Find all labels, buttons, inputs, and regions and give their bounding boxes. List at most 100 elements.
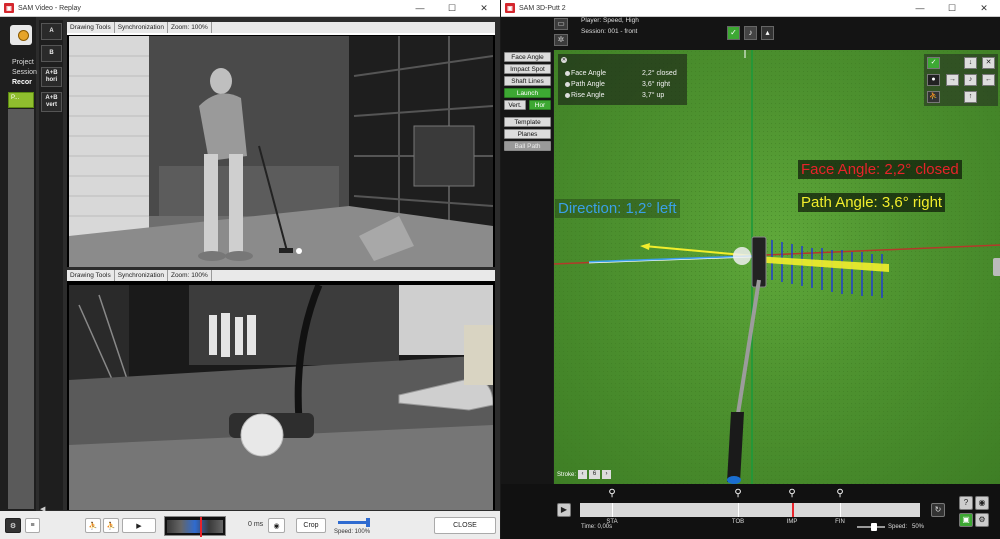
impact-spot-button[interactable]: Impact Spot xyxy=(504,64,551,74)
horizontal-toggle[interactable]: Hor xyxy=(529,100,551,110)
drawing-tools-tab[interactable]: Drawing Tools xyxy=(67,270,115,281)
face-angle-button[interactable]: Face Angle xyxy=(504,52,551,62)
view-a-button[interactable]: A xyxy=(41,23,62,40)
drawing-tools-tab[interactable]: Drawing Tools xyxy=(67,22,115,33)
close-window-button[interactable]: ✕ xyxy=(968,0,1000,17)
check-view-icon[interactable]: ✓ xyxy=(727,26,740,40)
project-icon[interactable] xyxy=(10,25,32,45)
ball-icon[interactable]: ● xyxy=(927,74,940,86)
synchronization-tab[interactable]: Synchronization xyxy=(115,22,168,33)
metric-value: 2,2° closed xyxy=(642,70,677,77)
project-sidebar: Project Session Recor P... xyxy=(0,17,37,511)
putter-icon[interactable]: ♪ xyxy=(964,74,977,86)
settings-gear-icon[interactable]: ⚙ xyxy=(975,513,989,527)
template-button[interactable]: Template xyxy=(504,117,551,127)
play-button[interactable]: ▶ xyxy=(557,503,571,517)
camera-icon[interactable]: ◉ xyxy=(975,496,989,510)
address-phase-icon: ⚲ xyxy=(608,488,616,499)
video-b-frame[interactable] xyxy=(69,285,493,510)
swing-timeline: ▶ ⚲ ⚲ ⚲ ⚲ STA TOB IMP FIN Time: 0,00s Sp… xyxy=(501,484,1000,539)
arrow-up-icon[interactable]: ↑ xyxy=(964,91,977,103)
metric-toggle-icon[interactable] xyxy=(565,92,570,98)
folder-icon[interactable]: ▭ xyxy=(554,18,568,30)
video-a-frame[interactable] xyxy=(69,36,493,267)
close-icon[interactable]: ✕ xyxy=(982,57,995,69)
speed-slider[interactable] xyxy=(338,518,370,527)
planes-button[interactable]: Planes xyxy=(504,129,551,139)
refresh-icon[interactable]: ↻ xyxy=(931,503,945,517)
recording-list xyxy=(8,109,34,509)
marker-imp: IMP xyxy=(786,519,798,525)
impact-phase-icon: ⚲ xyxy=(788,488,796,499)
view-ab-vertical-button[interactable]: A+B vert xyxy=(41,92,62,112)
video-b-toolbar: Drawing Tools Synchronization Zoom: 100% xyxy=(67,270,495,281)
session-header: ▭ ✲ Player: Speed, High Session: 001 - f… xyxy=(501,17,1000,50)
window-title: SAM 3D-Putt 2 xyxy=(519,4,566,12)
close-panel-icon[interactable]: ✕ xyxy=(561,57,567,63)
maximize-button[interactable]: ☐ xyxy=(436,0,468,17)
stroke-number[interactable]: 6 xyxy=(589,470,601,479)
check-icon[interactable]: ✓ xyxy=(927,57,940,69)
stroke-next-button[interactable]: › xyxy=(602,470,612,479)
app-logo-icon: ▣ xyxy=(4,3,14,13)
metric-value: 3,7° up xyxy=(642,92,665,99)
metric-label: Rise Angle xyxy=(565,92,604,99)
vertical-toggle[interactable]: Vert. xyxy=(504,100,526,110)
3d-putt-scene[interactable]: ✕ Face Angle 2,2° closed Path Angle 3,6°… xyxy=(554,50,1000,484)
close-window-button[interactable]: ✕ xyxy=(468,0,500,17)
camera-icon[interactable]: ◉ xyxy=(268,518,285,533)
shaft-lines-button[interactable]: Shaft Lines xyxy=(504,76,551,86)
ball-front-view-image xyxy=(69,285,493,510)
speed-slider[interactable] xyxy=(857,523,885,531)
arrow-left-icon[interactable]: ← xyxy=(982,74,995,86)
timeline-thumbnail-strip[interactable] xyxy=(164,516,226,537)
zoom-tab[interactable]: Zoom: 100% xyxy=(168,22,212,33)
person-b-icon[interactable]: ⛹ xyxy=(103,518,119,533)
top-of-backswing-icon: ⚲ xyxy=(734,488,742,499)
project-label[interactable]: Project xyxy=(12,59,34,66)
title-bar: ▣ SAM Video - Replay — ☐ ✕ xyxy=(0,0,500,17)
marker-fin: FIN xyxy=(835,519,845,525)
settings-gear-icon[interactable]: ⚙ xyxy=(5,518,21,533)
menu-icon[interactable]: ≡ xyxy=(25,518,40,533)
metric-toggle-icon[interactable] xyxy=(565,81,570,87)
view-ab-horizontal-button[interactable]: A+B hori xyxy=(41,67,62,87)
arrow-down-icon[interactable]: ↓ xyxy=(964,57,977,69)
crop-button[interactable]: Crop xyxy=(296,518,326,533)
arrow-right-icon[interactable]: → xyxy=(946,74,959,86)
minimize-button[interactable]: — xyxy=(904,0,936,17)
recording-label[interactable]: Recor xyxy=(12,79,32,86)
help-icon[interactable]: ? xyxy=(959,496,973,510)
minimize-button[interactable]: — xyxy=(404,0,436,17)
overlay-view-icon[interactable]: ▴ xyxy=(761,26,774,40)
settings-icon[interactable]: ✲ xyxy=(554,34,568,46)
stroke-prev-button[interactable]: ‹ xyxy=(578,470,588,479)
timeline-track[interactable] xyxy=(580,503,920,517)
camera-navigation-panel: ✓ ↓ ✕ ● → ♪ ← ⛹ ↑ xyxy=(924,54,998,106)
side-panel-toggle[interactable] xyxy=(993,258,1000,276)
view-b-button[interactable]: B xyxy=(41,45,62,62)
play-button[interactable]: ▶ xyxy=(122,518,156,533)
marker-tob: TOB xyxy=(731,519,745,525)
maximize-button[interactable]: ☐ xyxy=(936,0,968,17)
time-readout: Time: 0,00s xyxy=(581,524,613,530)
putt-3d-window: ▣ SAM 3D-Putt 2 — ☐ ✕ ▭ ✲ Player: Speed,… xyxy=(501,0,1000,539)
launch-button[interactable]: Launch xyxy=(504,88,551,98)
metric-label: Path Angle xyxy=(565,81,605,88)
session-label[interactable]: Session xyxy=(12,69,37,76)
metric-toggle-icon[interactable] xyxy=(565,70,570,76)
record-toggle-icon[interactable]: ▣ xyxy=(959,513,973,527)
zoom-tab[interactable]: Zoom: 100% xyxy=(168,270,212,281)
putt-visualization xyxy=(554,50,1000,484)
person-a-icon[interactable]: ⛹ xyxy=(85,518,101,533)
analysis-sidebar: Face Angle Impact Spot Shaft Lines Launc… xyxy=(501,50,553,484)
recording-tile[interactable]: P... xyxy=(8,92,34,108)
close-replay-button[interactable]: CLOSE xyxy=(434,517,496,534)
stroke-selector: Stroke: ‹ 6 › xyxy=(557,470,612,479)
window-title: SAM Video - Replay xyxy=(18,4,81,12)
putter-view-icon[interactable]: ♪ xyxy=(744,26,757,40)
ball-path-button[interactable]: Ball Path xyxy=(504,141,551,151)
golfer-icon[interactable]: ⛹ xyxy=(927,91,940,103)
synchronization-tab[interactable]: Synchronization xyxy=(115,270,168,281)
time-readout: 0 ms xyxy=(248,521,264,528)
